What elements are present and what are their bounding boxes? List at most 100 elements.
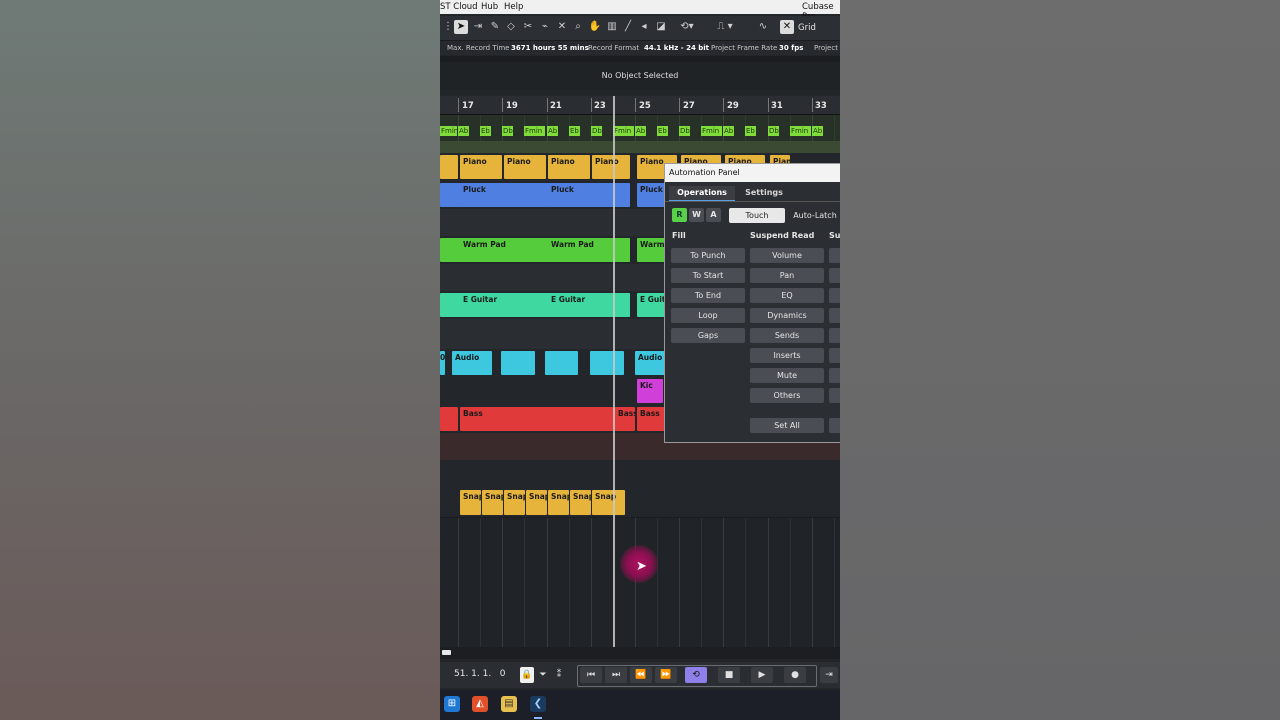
midi-part-bass[interactable]: [440, 407, 458, 431]
midi-part-piano[interactable]: Piano: [548, 155, 590, 179]
play-tool-icon[interactable]: ◂: [637, 20, 651, 34]
chord-event[interactable]: Ab: [723, 126, 734, 136]
midi-part-piano[interactable]: Piano: [460, 155, 502, 179]
line-tool-icon[interactable]: ╱: [621, 20, 635, 34]
midi-part-snap[interactable]: Snap: [482, 490, 503, 515]
fill-to-end-button[interactable]: To End: [671, 288, 745, 303]
file-explorer-icon[interactable]: ▤: [501, 696, 517, 712]
midi-part-snap[interactable]: Snap: [592, 490, 625, 515]
suspend-write-button[interactable]: [829, 268, 840, 283]
automation-mode-auto-latch[interactable]: Auto-Latch: [787, 208, 840, 223]
chord-event[interactable]: Fmin: [613, 126, 634, 136]
audio-event[interactable]: [501, 351, 535, 375]
midi-part-warm-pad[interactable]: Warm Pad: [548, 238, 630, 262]
cycle-icon[interactable]: ⟲: [685, 667, 707, 683]
chord-event[interactable]: Eb: [745, 126, 756, 136]
ruler[interactable]: 17 19 21 23 25 27 29 31 33: [440, 96, 840, 115]
midi-part-bass[interactable]: Bass: [615, 407, 635, 431]
tab-operations[interactable]: Operations: [669, 186, 735, 202]
chord-event[interactable]: Ab: [458, 126, 469, 136]
snap-type-dropdown[interactable]: ⎍ ▾: [706, 20, 744, 34]
suspend-read-inserts-button[interactable]: Inserts: [750, 348, 824, 363]
suspend-read-eq-button[interactable]: EQ: [750, 288, 824, 303]
suspend-read-volume-button[interactable]: Volume: [750, 248, 824, 263]
split-tool-icon[interactable]: ✂: [521, 20, 535, 34]
play-icon[interactable]: ▶: [751, 667, 773, 683]
comp-tool-icon[interactable]: ▥: [605, 20, 619, 34]
midi-part-pluck[interactable]: Pluck: [460, 183, 546, 207]
all-toggle[interactable]: A: [706, 208, 721, 222]
chord-event[interactable]: Db: [591, 126, 602, 136]
draw-tool-icon[interactable]: ✎: [488, 20, 502, 34]
chord-event[interactable]: Ab: [635, 126, 646, 136]
audio-event[interactable]: Audio: [452, 351, 492, 375]
stop-icon[interactable]: ■: [718, 667, 740, 683]
suspend-write-button[interactable]: [829, 388, 840, 403]
midi-part-piano[interactable]: Piano: [592, 155, 630, 179]
fill-to-punch-button[interactable]: To Punch: [671, 248, 745, 263]
rewind-icon[interactable]: ⏪: [630, 667, 652, 683]
glue-tool-icon[interactable]: ⌁: [538, 20, 552, 34]
menu-help[interactable]: Help: [504, 2, 523, 12]
suspend-write-button[interactable]: [829, 308, 840, 323]
chord-event[interactable]: Fmin: [701, 126, 722, 136]
midi-part-pluck[interactable]: Pluck: [548, 183, 630, 207]
chord-event[interactable]: Fmin: [790, 126, 811, 136]
mute-tool-icon[interactable]: ✕: [555, 20, 569, 34]
audio-event[interactable]: 0: [440, 351, 445, 375]
midi-part-snap[interactable]: Snap: [548, 490, 569, 515]
erase-tool-icon[interactable]: ◇: [504, 20, 518, 34]
read-toggle[interactable]: R: [672, 208, 687, 222]
suspend-read-others-button[interactable]: Others: [750, 388, 824, 403]
write-toggle[interactable]: W: [689, 208, 704, 222]
chord-event[interactable]: Eb: [569, 126, 580, 136]
suspend-read-set-all-button[interactable]: Set All: [750, 418, 824, 433]
suspend-read-dynamics-button[interactable]: Dynamics: [750, 308, 824, 323]
midi-part-snap[interactable]: Snap: [504, 490, 525, 515]
chord-event[interactable]: Eb: [657, 126, 668, 136]
suspend-write-button[interactable]: [829, 288, 840, 303]
suspend-write-button[interactable]: [829, 368, 840, 383]
suspend-write-button[interactable]: [829, 418, 840, 433]
chord-event[interactable]: Ab: [812, 126, 823, 136]
hand-tool-icon[interactable]: ✋: [588, 20, 602, 34]
chord-event[interactable]: Db: [768, 126, 779, 136]
chord-event[interactable]: Db: [502, 126, 513, 136]
suspend-write-button[interactable]: [829, 248, 840, 263]
suspend-write-button[interactable]: [829, 348, 840, 363]
scrollbar-thumb[interactable]: [442, 650, 451, 655]
range-tool-icon[interactable]: ⇥: [471, 20, 485, 34]
brave-browser-icon[interactable]: ◭: [472, 696, 488, 712]
primary-time-display[interactable]: 51. 1. 1. 0: [454, 669, 506, 679]
snap-toggle-icon[interactable]: ✕: [780, 20, 794, 34]
automation-mode-touch[interactable]: Touch: [729, 208, 785, 223]
midi-part-piano[interactable]: [440, 155, 458, 179]
auto-scroll-icon[interactable]: ⟲▾: [676, 20, 698, 34]
fill-gaps-button[interactable]: Gaps: [671, 328, 745, 343]
nudge-icon[interactable]: ⁑: [552, 667, 566, 683]
midi-part-e-guitar[interactable]: E Guitar: [548, 293, 630, 317]
go-to-previous-marker-icon[interactable]: ⏮: [580, 667, 602, 683]
audio-event[interactable]: [590, 351, 624, 375]
fill-loop-button[interactable]: Loop: [671, 308, 745, 323]
lock-icon[interactable]: 🔒: [520, 667, 534, 683]
automation-panel-title[interactable]: Automation Panel: [665, 164, 840, 182]
zoom-tool-icon[interactable]: ⌕: [571, 20, 585, 34]
menu-vst-cloud[interactable]: ST Cloud: [440, 2, 478, 12]
cubase-app-icon[interactable]: ❮: [530, 696, 546, 712]
audio-event[interactable]: [545, 351, 578, 375]
windows-start-icon[interactable]: ⊞: [444, 696, 460, 712]
fill-to-start-button[interactable]: To Start: [671, 268, 745, 283]
grid-type-label[interactable]: Grid: [798, 23, 816, 33]
midi-part-warm-pad[interactable]: Warm Pad: [460, 238, 546, 262]
marker-icon[interactable]: ⏷: [537, 667, 549, 683]
suspend-read-mute-button[interactable]: Mute: [750, 368, 824, 383]
chord-event[interactable]: Db: [679, 126, 690, 136]
midi-part-snap[interactable]: Snap: [460, 490, 481, 515]
suspend-read-pan-button[interactable]: Pan: [750, 268, 824, 283]
midi-part-kick[interactable]: Kic: [637, 379, 663, 403]
chord-event[interactable]: Eb: [480, 126, 491, 136]
fast-forward-icon[interactable]: ⏩: [655, 667, 677, 683]
go-to-next-marker-icon[interactable]: ⏭: [605, 667, 627, 683]
chord-event[interactable]: Ab: [547, 126, 558, 136]
